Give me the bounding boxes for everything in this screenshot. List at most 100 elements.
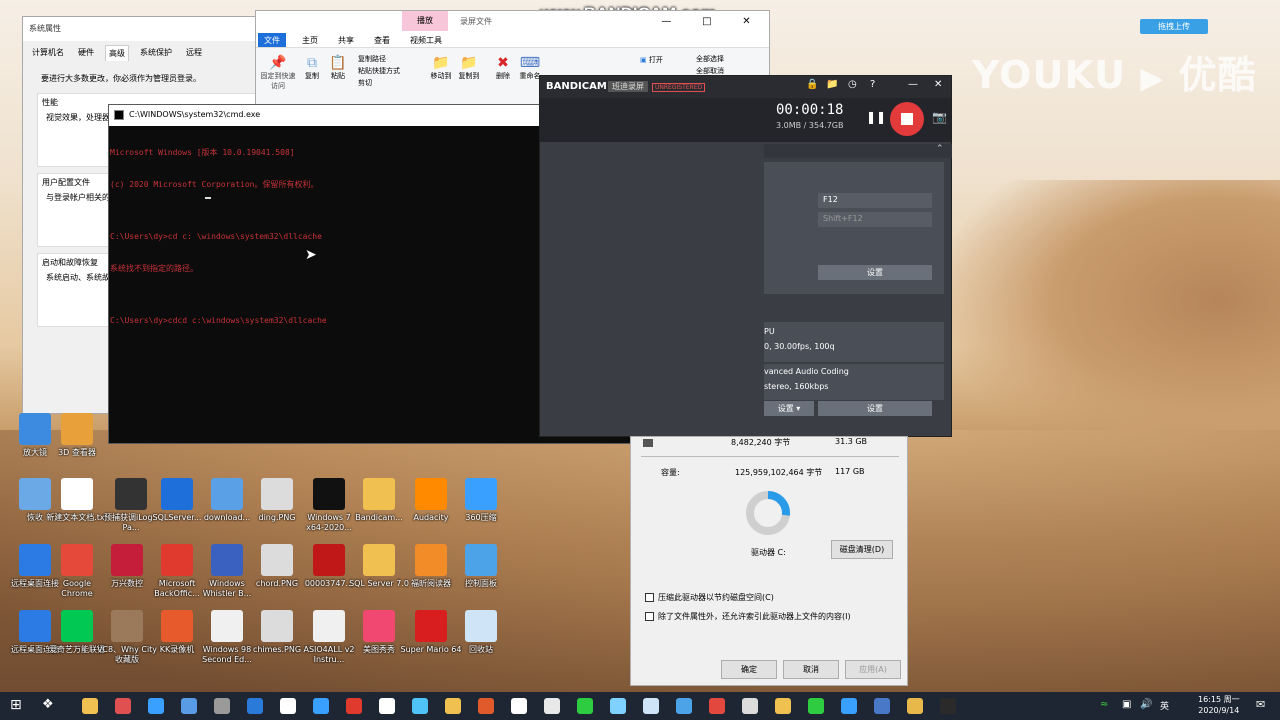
copy-button[interactable]: ⧉ 复制	[300, 55, 324, 81]
desktop-icon[interactable]: 360压缩	[450, 478, 512, 523]
desktop-icon[interactable]: 回收站	[450, 610, 512, 655]
desktop-icon[interactable]: 新建文本文档.txt	[46, 478, 108, 523]
ribbon-tab-home[interactable]: 主页	[296, 33, 324, 48]
app-icon	[313, 610, 345, 642]
app-icon	[61, 544, 93, 576]
preset-dropdown[interactable]: 设置 ▾	[764, 401, 814, 416]
taskbar-app-icon[interactable]	[412, 698, 428, 714]
taskbar-app-icon[interactable]	[82, 698, 98, 714]
bandicam-close-icon[interactable]: ✕	[934, 79, 942, 90]
taskbar-app-icon[interactable]	[676, 698, 692, 714]
audio-format-panel: vanced Audio Coding stereo, 160kbps	[764, 364, 944, 400]
minimize-icon[interactable]: —	[661, 16, 671, 27]
taskbar-app-icon[interactable]	[379, 698, 395, 714]
index-checkbox[interactable]	[645, 612, 654, 621]
taskbar-app-icon[interactable]	[940, 698, 956, 714]
context-tab-play[interactable]: 播放	[402, 11, 448, 31]
desktop-icon[interactable]: 控制面板	[450, 544, 512, 589]
ribbon-tab-video-tools[interactable]: 视频工具	[404, 33, 448, 48]
hotkey-field-1[interactable]: F12	[818, 193, 932, 208]
lock-icon[interactable]: 🔒	[806, 79, 818, 90]
startup-desc: 系统启动、系统故	[46, 273, 110, 282]
ribbon-tab-view[interactable]: 查看	[368, 33, 396, 48]
paste-shortcut-button[interactable]: 粘贴快捷方式	[358, 65, 400, 77]
taskbar-app-icon[interactable]	[874, 698, 890, 714]
desktop-icon[interactable]: 3D 查看器	[46, 413, 108, 458]
taskbar-app-icon[interactable]	[544, 698, 560, 714]
taskbar-app-icon[interactable]	[577, 698, 593, 714]
youku-upload-button[interactable]: 拖拽上传	[1140, 19, 1208, 34]
cmd-output[interactable]: Microsoft Windows [版本 10.0.19041.508] (c…	[110, 127, 327, 348]
clock-icon[interactable]: ◷	[848, 79, 857, 90]
taskbar-app-icon[interactable]	[115, 698, 131, 714]
help-icon[interactable]: ?	[870, 79, 875, 90]
maximize-icon[interactable]: □	[702, 16, 711, 27]
wifi-icon[interactable]: ≈	[1100, 699, 1108, 710]
chevron-up-icon[interactable]: ⌃	[936, 144, 944, 154]
tab-system-protection[interactable]: 系统保护	[137, 45, 175, 61]
clock[interactable]: 16:15 周一 2020/9/14	[1198, 694, 1240, 716]
delete-button[interactable]: ✖ 删除	[490, 55, 516, 81]
open-button[interactable]: ▣ 打开	[640, 55, 663, 65]
taskbar-app-icon[interactable]	[181, 698, 197, 714]
cmd-line: C:\Users\dy>cdcd c:\windows\system32\dll…	[110, 316, 327, 325]
notification-icon[interactable]: ✉	[1256, 698, 1265, 711]
copy-to-button[interactable]: 📁 复制到	[456, 55, 482, 81]
taskbar-app-icon[interactable]	[709, 698, 725, 714]
taskbar-app-icon[interactable]	[808, 698, 824, 714]
move-to-label: 移动到	[430, 72, 452, 80]
ribbon-tab-share[interactable]: 共享	[332, 33, 360, 48]
volume-icon[interactable]: 🔊	[1140, 699, 1152, 710]
hotkey-settings-button[interactable]: 设置	[818, 265, 932, 280]
taskbar-app-icon[interactable]	[907, 698, 923, 714]
pause-icon[interactable]: ❚❚	[866, 110, 886, 124]
tab-hardware[interactable]: 硬件	[75, 45, 97, 61]
collapse-bar[interactable]: ⌃	[764, 144, 952, 158]
bandicam-minimize-icon[interactable]: —	[908, 79, 918, 90]
taskbar-app-icon[interactable]	[841, 698, 857, 714]
task-view-icon[interactable]: ❖	[42, 697, 54, 712]
taskbar-app-icon[interactable]	[214, 698, 230, 714]
taskbar-app-icon[interactable]	[742, 698, 758, 714]
taskbar-app-icon[interactable]	[313, 698, 329, 714]
delete-label: 删除	[496, 72, 510, 80]
taskbar-app-icon[interactable]	[511, 698, 527, 714]
select-all-button[interactable]: 全部选择	[696, 53, 724, 65]
taskbar-app-icon[interactable]	[346, 698, 362, 714]
cancel-button[interactable]: 取消	[783, 660, 839, 679]
paste-button[interactable]: 📋 粘贴	[326, 55, 350, 81]
tab-advanced[interactable]: 高级	[105, 45, 129, 61]
camera-icon[interactable]: 📷	[932, 110, 947, 124]
format-settings-button[interactable]: 设置	[818, 401, 932, 416]
taskbar-app-icon[interactable]	[478, 698, 494, 714]
copy-path-button[interactable]: 复制路径	[358, 53, 400, 65]
bandicam-mode[interactable]: 班迪录屏	[608, 81, 648, 92]
rename-icon: ⌨	[519, 55, 541, 71]
stop-button[interactable]	[890, 102, 924, 136]
taskbar-app-icon[interactable]	[280, 698, 296, 714]
pin-quick-access-button[interactable]: 📌 固定到快速访问	[260, 55, 296, 91]
disk-cleanup-button[interactable]: 磁盘清理(D)	[831, 540, 893, 559]
taskbar-app-icon[interactable]	[775, 698, 791, 714]
close-icon[interactable]: ✕	[742, 16, 750, 27]
hotkey-field-2[interactable]: Shift+F12	[818, 212, 932, 227]
tab-computer-name[interactable]: 计算机名	[29, 45, 67, 61]
taskbar-app-icon[interactable]	[148, 698, 164, 714]
taskbar-app-icon[interactable]	[643, 698, 659, 714]
taskbar-app-icon[interactable]	[445, 698, 461, 714]
cut-button[interactable]: 剪切	[358, 77, 400, 89]
apply-button[interactable]: 应用(A)	[845, 660, 901, 679]
move-to-button[interactable]: 📁 移动到	[428, 55, 454, 81]
explorer-title: 录屏文件	[460, 17, 492, 26]
tab-remote[interactable]: 远程	[183, 45, 205, 61]
taskbar-app-icon[interactable]	[247, 698, 263, 714]
cmd-line: Microsoft Windows [版本 10.0.19041.508]	[110, 148, 295, 157]
taskbar-app-icon[interactable]	[610, 698, 626, 714]
ime-icon[interactable]: 英	[1160, 699, 1169, 712]
folder-icon[interactable]: 📁	[826, 79, 838, 90]
compress-checkbox[interactable]	[645, 593, 654, 602]
start-icon[interactable]: ⊞	[10, 697, 22, 713]
ok-button[interactable]: 确定	[721, 660, 777, 679]
network-icon[interactable]: ▣	[1122, 699, 1131, 710]
ribbon-tab-file[interactable]: 文件	[258, 33, 286, 48]
